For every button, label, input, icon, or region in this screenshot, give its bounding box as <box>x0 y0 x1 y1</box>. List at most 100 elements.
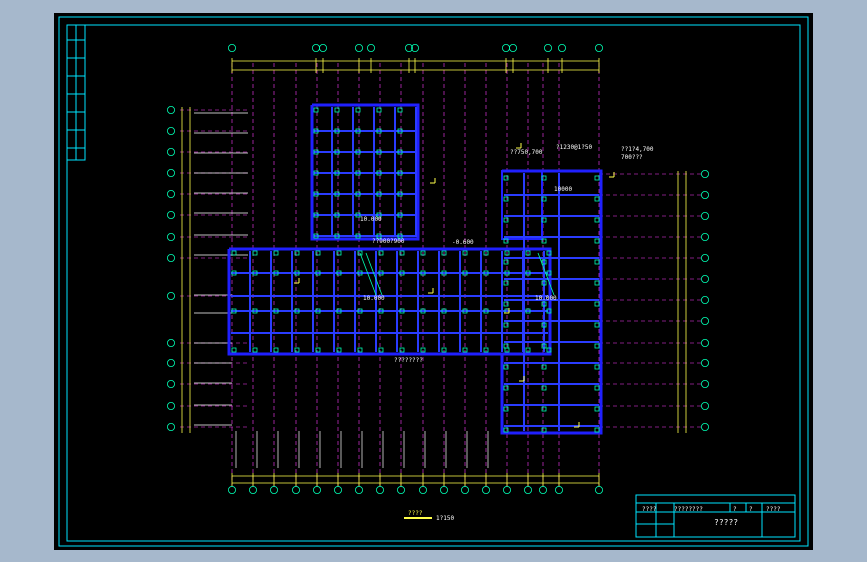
axis-bubble-left <box>167 379 176 388</box>
column-marker <box>252 250 258 256</box>
axis-bubble-right <box>701 316 710 325</box>
axis-bubble-top <box>227 43 236 52</box>
column-marker <box>503 301 509 307</box>
axis-bubble-top <box>543 43 552 52</box>
annotation-level-2: 10000 <box>554 186 573 193</box>
title-block <box>635 494 796 538</box>
axis-bubble-left <box>167 210 176 219</box>
column-marker <box>355 107 361 113</box>
axis-bubble-left <box>167 147 176 156</box>
axis-bubble-bottom <box>481 485 490 494</box>
column-marker <box>334 107 340 113</box>
column-marker <box>378 347 384 353</box>
axis-bubble-bottom <box>502 485 511 494</box>
column-marker <box>399 347 405 353</box>
column-marker <box>399 250 405 256</box>
axis-bubble-right <box>701 169 710 178</box>
annotation-depth: 700??? <box>621 154 643 161</box>
column-marker <box>336 347 342 353</box>
axis-bubble-top <box>354 43 363 52</box>
axis-bubble-bottom <box>396 485 405 494</box>
annotation-beam: ??900?900 <box>372 238 405 245</box>
column-marker <box>594 406 600 412</box>
column-marker <box>252 347 258 353</box>
axis-bubble-right <box>701 358 710 367</box>
column-marker <box>594 217 600 223</box>
axis-bubble-left <box>167 338 176 347</box>
column-marker <box>594 385 600 391</box>
axis-bubble-top <box>501 43 510 52</box>
axis-bubble-bottom <box>460 485 469 494</box>
title-block-cell-3: ? <box>733 506 737 513</box>
annotation-level-3: -0.600 <box>452 239 474 246</box>
column-marker <box>594 175 600 181</box>
axis-bubble-right <box>701 401 710 410</box>
axis-bubble-bottom <box>375 485 384 494</box>
axis-bubble-bottom <box>291 485 300 494</box>
axis-bubble-right <box>701 232 710 241</box>
axis-bubble-right <box>701 338 710 347</box>
axis-bubble-bottom <box>269 485 278 494</box>
axis-bubble-right <box>701 274 710 283</box>
column-marker <box>541 427 547 433</box>
axis-bubble-bottom <box>523 485 532 494</box>
axis-bubble-bottom <box>354 485 363 494</box>
axis-bubble-top <box>311 43 320 52</box>
axis-bubble-right <box>701 295 710 304</box>
column-marker <box>503 196 509 202</box>
title-block-cell-4: ? <box>749 506 753 513</box>
axis-bubble-left <box>167 127 176 136</box>
drawing-sheet: ??750,700 ??1?4,700 ?1230@1?50 700??? 10… <box>54 13 813 550</box>
title-block-cell-2: ???????? <box>674 506 703 513</box>
axis-bubble-left <box>167 358 176 367</box>
stair-block-outline <box>501 170 543 240</box>
annotation-level-1: 10.000 <box>360 216 382 223</box>
column-marker <box>594 259 600 265</box>
column-marker <box>594 238 600 244</box>
axis-bubble-bottom <box>333 485 342 494</box>
axis-bubble-bottom <box>595 485 604 494</box>
column-marker <box>503 385 509 391</box>
annotation-level-5: 10.000 <box>535 295 557 302</box>
column-marker <box>294 347 300 353</box>
axis-bubble-right <box>701 190 710 199</box>
column-marker <box>503 406 509 412</box>
column-marker <box>503 217 509 223</box>
column-marker <box>397 107 403 113</box>
column-marker <box>594 196 600 202</box>
column-marker <box>294 250 300 256</box>
annotation-level-4: 10.000 <box>363 295 385 302</box>
axis-bubble-top <box>595 43 604 52</box>
column-marker <box>503 259 509 265</box>
column-marker <box>541 406 547 412</box>
column-marker <box>273 250 279 256</box>
column-marker <box>503 175 509 181</box>
title-block-cell-1: ???? <box>642 506 657 513</box>
annotation-rebar: ?1230@1?50 <box>556 144 593 151</box>
axis-bubble-left <box>167 422 176 431</box>
annotation-stair-a: ??750,700 <box>510 149 543 156</box>
column-marker <box>594 301 600 307</box>
axis-bubble-left <box>167 253 176 262</box>
axis-bubble-bottom <box>312 485 321 494</box>
axis-bubble-left <box>167 106 176 115</box>
column-marker <box>273 347 279 353</box>
axis-bubble-top <box>366 43 375 52</box>
axis-bubble-top <box>318 43 327 52</box>
axis-bubble-bottom <box>248 485 257 494</box>
axis-bubble-top <box>557 43 566 52</box>
sheet-border <box>58 16 809 547</box>
column-marker <box>541 385 547 391</box>
column-marker <box>503 343 509 349</box>
axis-bubble-left <box>167 401 176 410</box>
column-marker <box>315 250 321 256</box>
axis-bubble-right <box>701 211 710 220</box>
column-marker <box>594 343 600 349</box>
column-marker <box>503 322 509 328</box>
column-marker <box>378 250 384 256</box>
column-marker <box>313 107 319 113</box>
column-marker <box>503 427 509 433</box>
axis-bubble-bottom <box>418 485 427 494</box>
axis-bubble-left <box>167 232 176 241</box>
column-marker <box>231 250 237 256</box>
